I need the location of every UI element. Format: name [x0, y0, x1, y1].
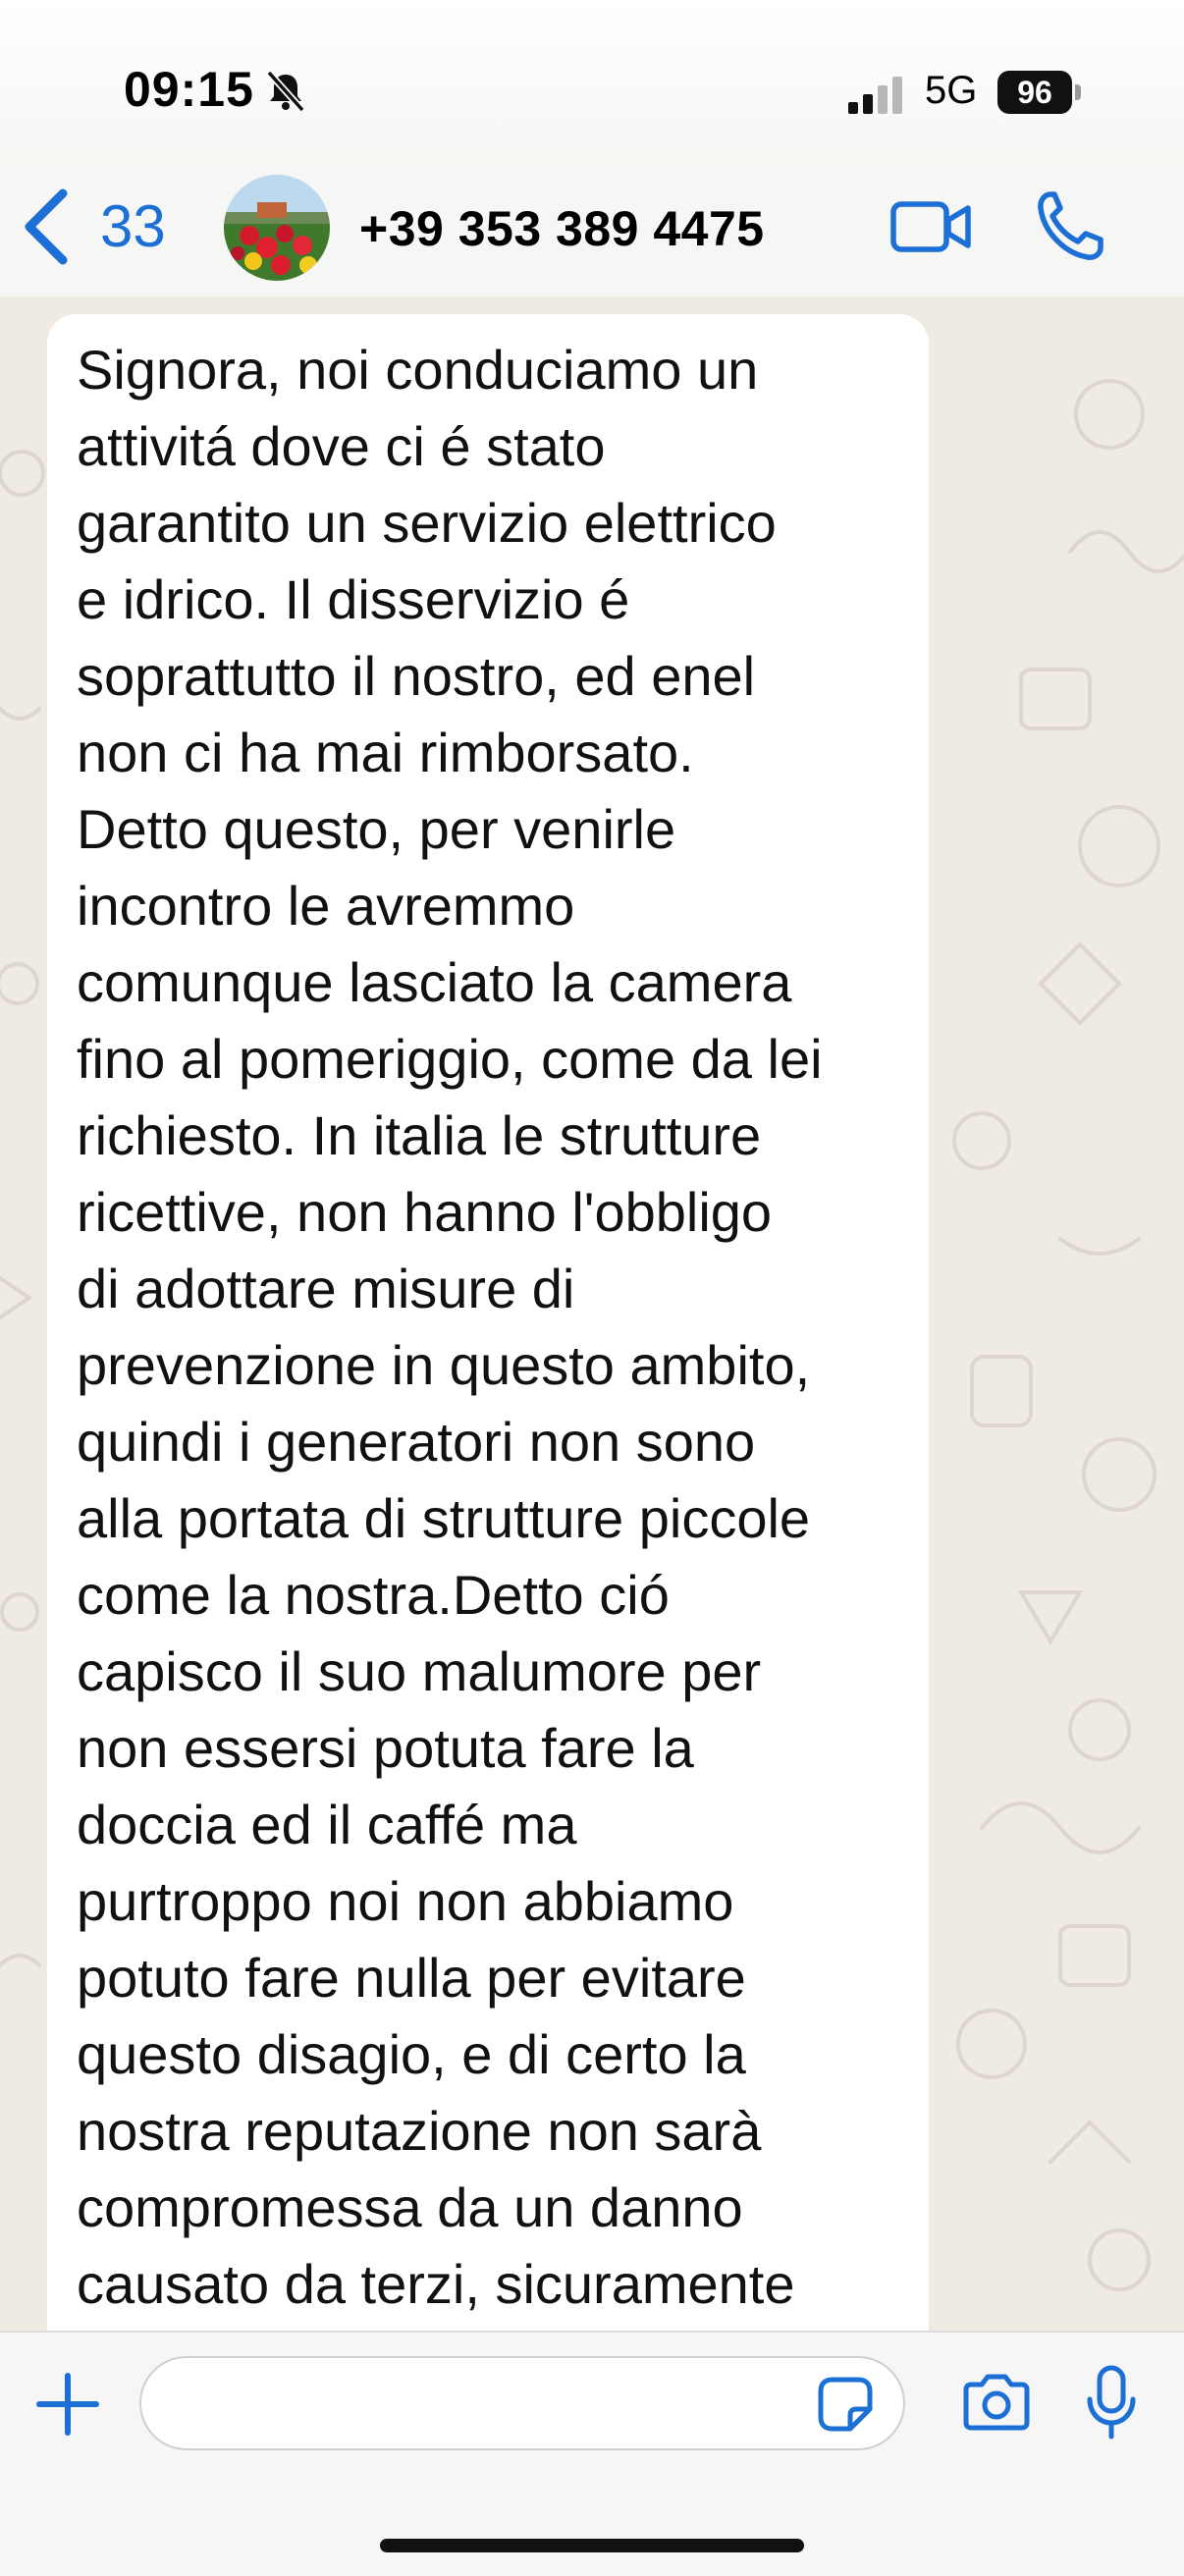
camera-button[interactable]	[960, 2372, 1033, 2433]
message-line: purtroppo noi non abbiamo	[77, 1870, 734, 1932]
back-button[interactable]: 33	[22, 183, 198, 271]
message-bubble-incoming[interactable]: Signora, noi conduciamo un attivitá dove…	[47, 314, 929, 2331]
message-line: quindi i generatori non sono	[77, 1411, 756, 1473]
camera-icon	[963, 2374, 1030, 2431]
message-line: Signora, noi conduciamo un	[77, 339, 759, 401]
message-line: soprattutto il nostro, ed enel	[77, 645, 756, 707]
cellular-signal-icon	[848, 75, 907, 114]
message-line: garantito un servizio elettrico	[77, 492, 777, 554]
message-line: non ci ha mai rimborsato.	[77, 722, 694, 783]
bell-slash-icon	[263, 69, 308, 114]
battery-icon: 96	[997, 71, 1072, 114]
contact-name[interactable]: +39 353 389 4475	[359, 200, 765, 257]
message-line: compromessa da un danno	[77, 2176, 743, 2238]
unread-count: 33	[100, 193, 166, 259]
chat-area[interactable]: Signora, noi conduciamo un attivitá dove…	[0, 296, 1184, 2331]
message-text: Signora, noi conduciamo un attivitá dove…	[77, 332, 909, 2323]
message-line: questo disagio, e di certo la	[77, 2023, 746, 2085]
attach-button[interactable]	[35, 2372, 100, 2437]
message-line: attivitá dove ci é stato	[77, 415, 606, 477]
network-type-label: 5G	[925, 69, 978, 112]
chevron-left-icon	[25, 188, 68, 265]
phone-icon	[1038, 191, 1103, 260]
battery-tip	[1075, 84, 1081, 100]
sticker-button[interactable]	[815, 2374, 876, 2435]
message-line: Detto questo, per venirle	[77, 798, 676, 860]
message-line: non essersi potuta fare la	[77, 1717, 694, 1779]
video-call-button[interactable]	[889, 192, 972, 261]
message-line: causato da terzi, sicuramente	[77, 2253, 795, 2315]
microphone-icon	[1087, 2365, 1136, 2440]
message-line: ricettive, non hanno l'obbligo	[77, 1181, 773, 1243]
message-line: alla portata di strutture piccole	[77, 1487, 811, 1549]
message-line: potuto fare nulla per evitare	[77, 1947, 746, 2009]
message-line: comunque lasciato la camera	[77, 951, 792, 1013]
message-line: prevenzione in questo ambito,	[77, 1334, 811, 1396]
voice-call-button[interactable]	[1035, 188, 1105, 263]
status-time: 09:15	[124, 62, 254, 117]
message-line: richiesto. In italia le strutture	[77, 1104, 762, 1166]
home-indicator[interactable]	[380, 2539, 804, 2552]
message-line: di adottare misure di	[77, 1258, 575, 1319]
avatar[interactable]	[224, 175, 330, 281]
message-line: incontro le avremmo	[77, 875, 575, 937]
microphone-button[interactable]	[1084, 2364, 1139, 2442]
sticker-icon	[818, 2377, 873, 2432]
message-line: nostra reputazione non sarà	[77, 2100, 762, 2162]
message-line: capisco il suo malumore per	[77, 1640, 762, 1702]
message-line: fino al pomeriggio, come da lei	[77, 1028, 823, 1090]
message-line: come la nostra.Detto ció	[77, 1564, 670, 1626]
message-line: e idrico. Il disservizio é	[77, 568, 630, 630]
message-input[interactable]	[139, 2356, 905, 2450]
message-line: doccia ed il caffé ma	[77, 1794, 577, 1855]
video-camera-icon	[890, 201, 971, 252]
plus-icon	[36, 2373, 99, 2436]
